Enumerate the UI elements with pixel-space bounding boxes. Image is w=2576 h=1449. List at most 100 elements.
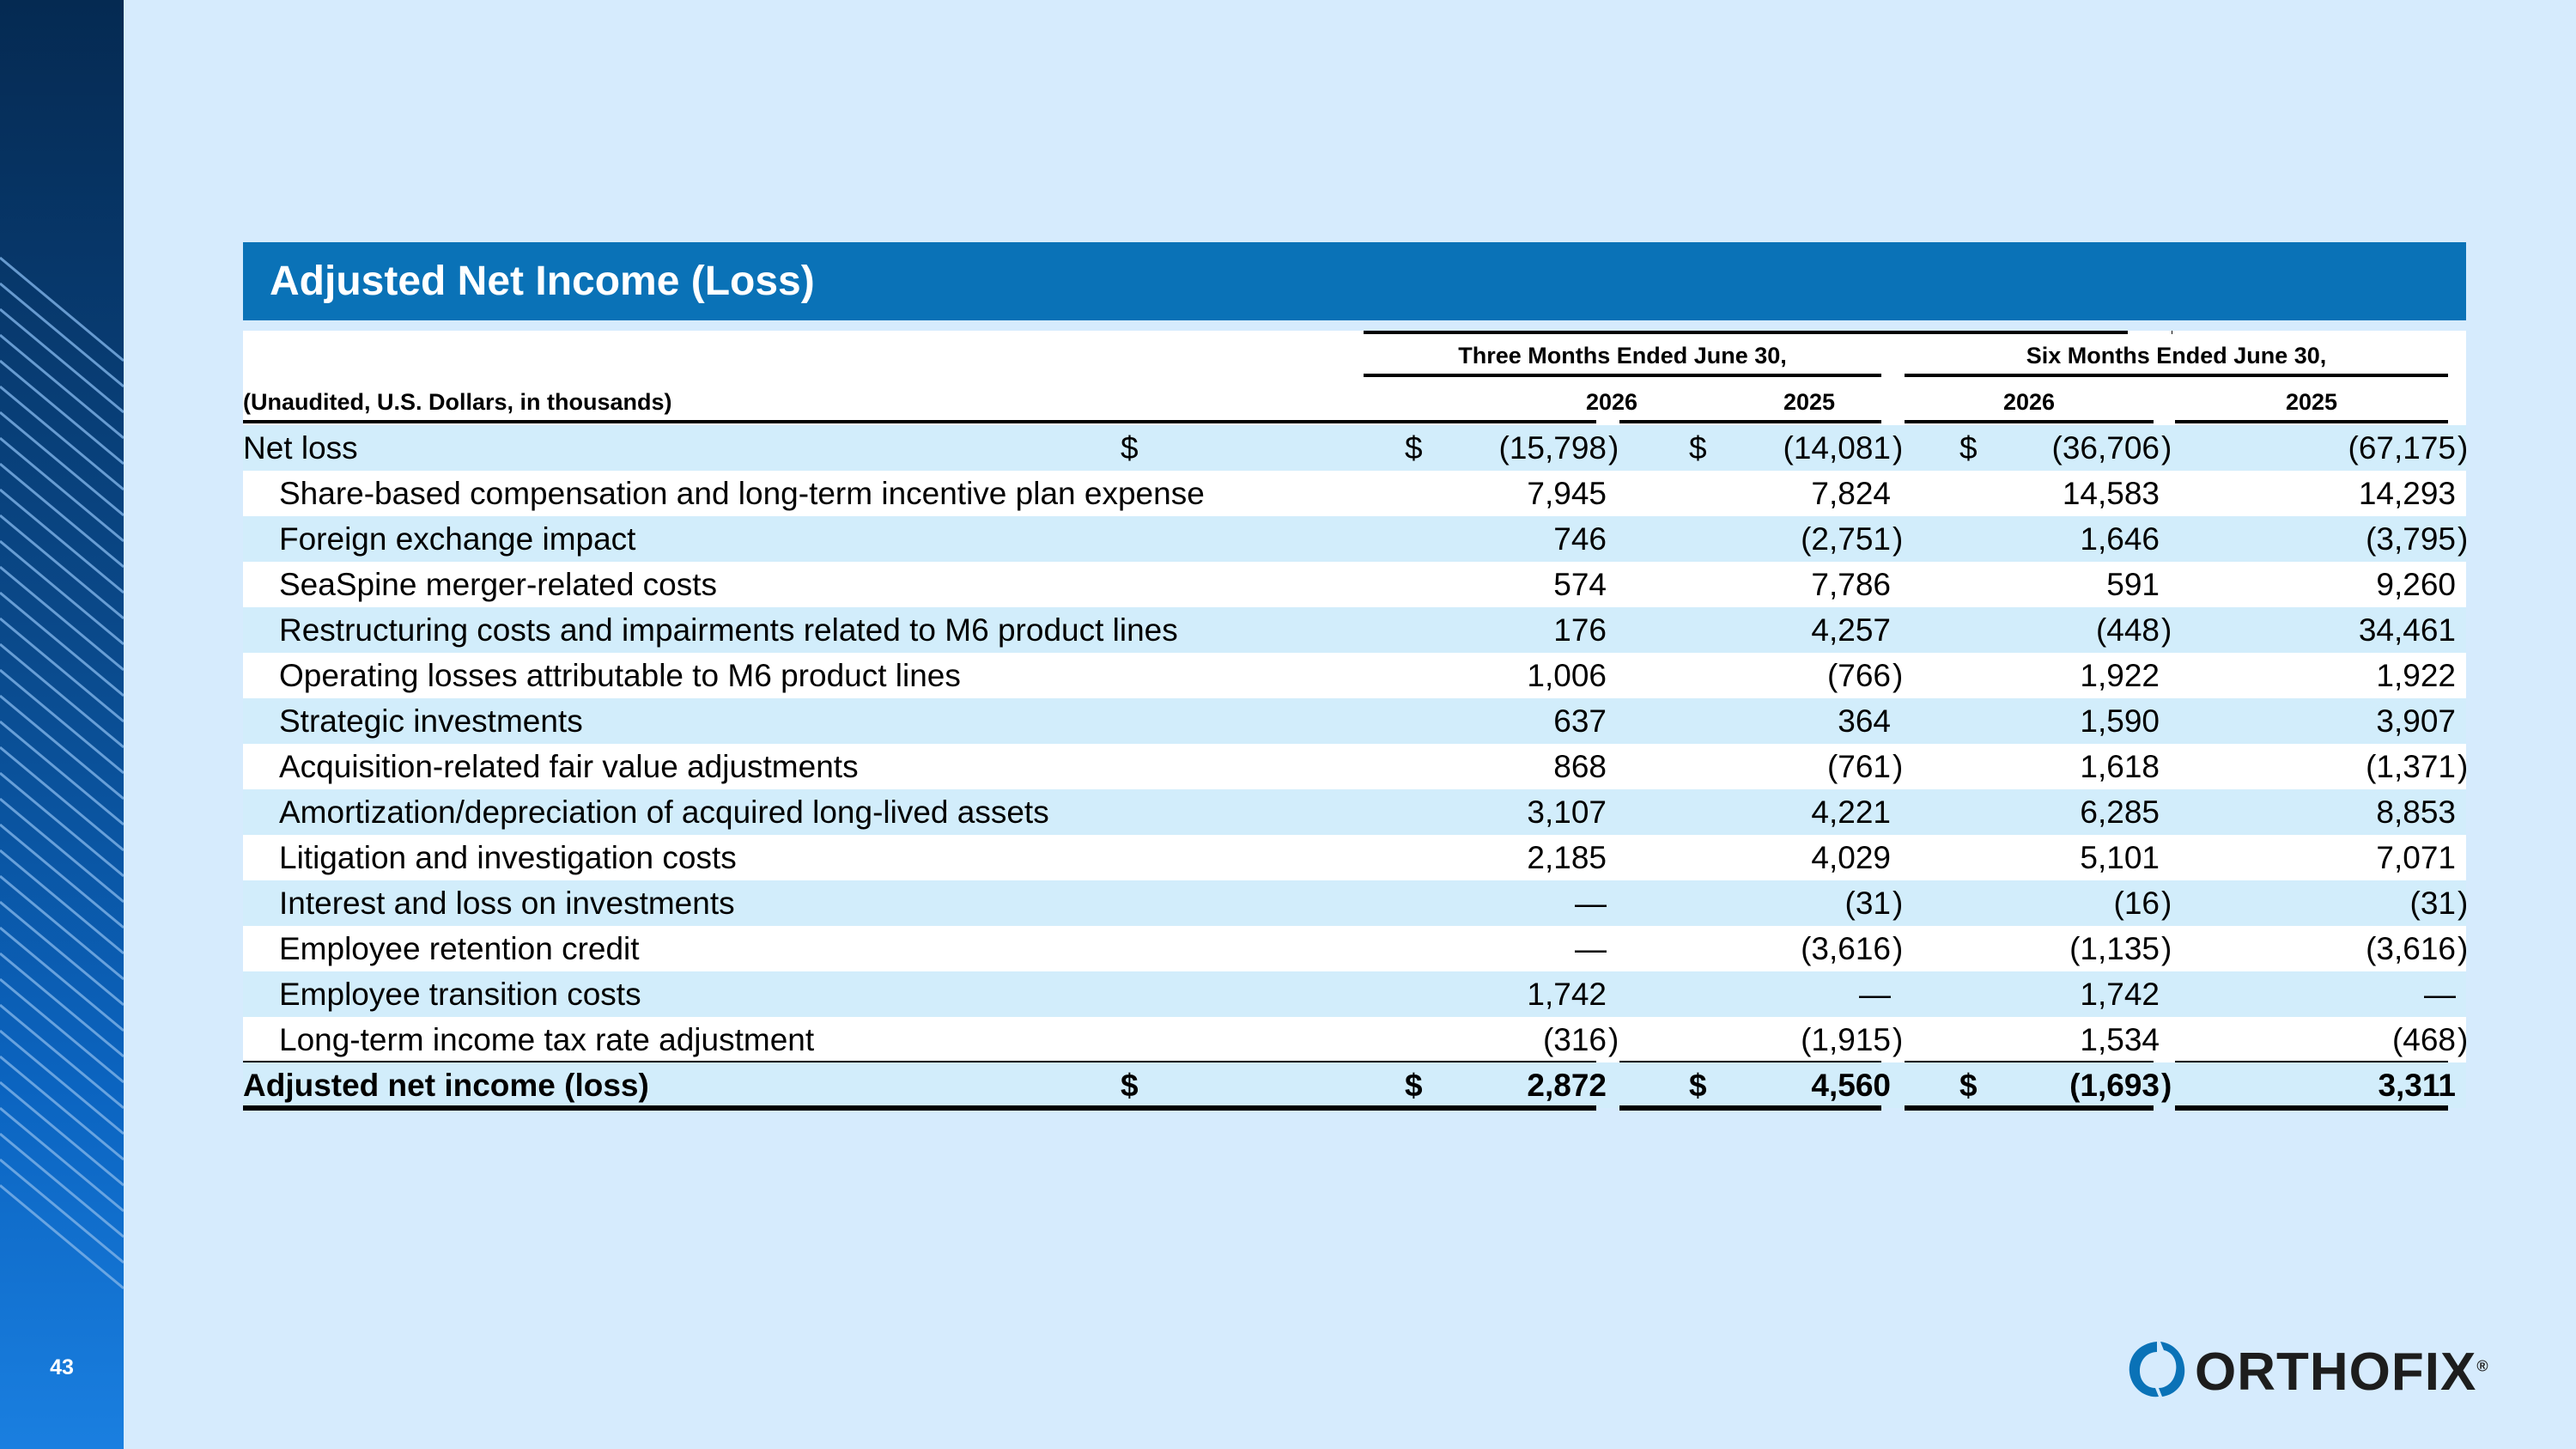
row-label: Foreign exchange impact <box>279 521 636 557</box>
logo-registered-mark: ® <box>2476 1357 2489 1375</box>
cell-value: 868 <box>1553 749 1607 784</box>
cell-value: 34,461 <box>2358 612 2456 648</box>
cell-value: (67,175 <box>2348 430 2457 466</box>
cell-close-paren: ) <box>1608 430 1619 466</box>
cell-value: 364 <box>1838 703 1891 739</box>
cell-value: — <box>2424 977 2456 1012</box>
cell-value: (3,795 <box>2366 521 2456 557</box>
row-label: Employee retention credit <box>279 931 640 966</box>
row-label: Acquisition-related fair value adjustmen… <box>279 749 859 784</box>
cell-value: — <box>1575 886 1607 921</box>
cell-value: 7,824 <box>1811 476 1891 511</box>
cell-value: 1,742 <box>2080 977 2160 1012</box>
cell-value: 591 <box>2106 567 2160 602</box>
cell-value: — <box>1859 977 1891 1012</box>
diagonal-lines-decoration <box>0 256 124 1290</box>
row-label: Strategic investments <box>279 703 583 739</box>
total-double-rule <box>2175 1105 2448 1111</box>
cell-value: 14,583 <box>2062 476 2160 511</box>
total-row: Adjusted net income (loss) $2,872 $4,560 $ (… <box>243 1062 2466 1111</box>
row-label: Long-term income tax rate adjustment <box>279 1022 815 1057</box>
currency-symbol: $ <box>1959 430 1978 466</box>
total-double-rule <box>1905 1105 2154 1111</box>
cell-close-paren: ) <box>2161 430 2172 466</box>
cell-value: 1,742 <box>1527 977 1607 1012</box>
page-number: 43 <box>50 1355 74 1379</box>
cell-close-paren: ) <box>2458 886 2469 921</box>
table-row: Strategic investments 637 364 1,590 3,907 <box>243 698 2466 744</box>
cell-close-paren: ) <box>2458 521 2469 557</box>
row-label: Litigation and investigation costs <box>279 840 737 875</box>
units-label: (Unaudited, U.S. Dollars, in thousands) <box>243 389 672 415</box>
cell-close-paren: ) <box>2458 749 2469 784</box>
header-bottom-rule <box>243 420 1596 423</box>
table-row: Amortization/depreciation of acquired lo… <box>243 789 2466 835</box>
cell-value: 3,311 <box>2378 1068 2456 1103</box>
cell-value: (766 <box>1826 658 1891 693</box>
table-row: Net loss $ (15,798) $ (14,081) $ (36,706) $ (67,… <box>243 425 2469 471</box>
cell-value: 1,006 <box>1527 658 1607 693</box>
period-underline <box>1364 374 1881 377</box>
cell-value: (15,798 <box>1498 430 1607 466</box>
cell-value: 5,101 <box>2080 840 2160 875</box>
row-label: Adjusted net income (loss) <box>243 1068 649 1103</box>
orthofix-logo: ORTHOFIX® <box>2123 1338 2518 1402</box>
period-header-six-months: Six Months Ended June 30, <box>2026 343 2327 368</box>
cell-value: (448 <box>2095 612 2160 648</box>
cell-close-paren: ) <box>2458 430 2469 466</box>
cell-value: 1,646 <box>2080 521 2160 557</box>
table-row: SeaSpine merger-related costs 574 7,786 591… <box>243 562 2466 607</box>
table-row: Litigation and investigation costs 2,185 4… <box>243 835 2466 880</box>
cell-value: (1,915 <box>1801 1022 1891 1057</box>
table-row: Foreign exchange impact 746 (2,751) 1,646 (3… <box>243 516 2469 562</box>
cell-value: (1,135 <box>2069 931 2160 966</box>
cell-value: 1,534 <box>2080 1022 2160 1057</box>
currency-symbol: $ <box>1959 1068 1978 1103</box>
cell-value: (16 <box>2113 886 2160 921</box>
cell-value: 7,071 <box>2376 840 2456 875</box>
row-label: Interest and loss on investments <box>279 886 735 921</box>
cell-value: 746 <box>1553 521 1607 557</box>
currency-symbol: $ <box>1405 430 1423 466</box>
banner-title: Adjusted Net Income (Loss) <box>243 242 2466 320</box>
year-header-2026-ytd: 2026 <box>2002 389 2056 415</box>
cell-value: 1,922 <box>2080 658 2160 693</box>
cell-value: 574 <box>1553 567 1607 602</box>
table-header: Three Months Ended June 30, Six Months E… <box>243 331 2466 425</box>
currency-symbol: $ <box>1121 430 1139 466</box>
total-double-rule <box>243 1105 1596 1111</box>
cell-value: (316 <box>1542 1022 1607 1057</box>
period-top-rule <box>1364 331 2122 334</box>
year-header-2025-ytd: 2025 <box>2285 389 2338 415</box>
row-label: Share-based compensation and long-term i… <box>279 476 1205 511</box>
period-underline <box>1905 374 2448 377</box>
cell-value: (1,693 <box>2069 1068 2160 1103</box>
cell-value: (36,706 <box>2051 430 2160 466</box>
cell-value: 1,618 <box>2080 749 2160 784</box>
cell-value: 3,907 <box>2376 703 2456 739</box>
row-label: Amortization/depreciation of acquired lo… <box>279 795 1049 830</box>
table-row: Operating losses attributable to M6 prod… <box>243 653 2466 698</box>
cell-value: (14,081 <box>1783 430 1892 466</box>
cell-value: (468 <box>2391 1022 2456 1057</box>
cell-value: 1,590 <box>2080 703 2160 739</box>
cell-close-paren: ) <box>2161 931 2172 966</box>
cell-value: 4,560 <box>1811 1068 1891 1103</box>
logo-text: ORTHOFIX <box>2195 1342 2477 1402</box>
row-label: Operating losses attributable to M6 prod… <box>279 658 961 693</box>
cell-value: (2,751 <box>1801 521 1891 557</box>
table-body: Net loss $ (15,798) $ (14,081) $ (36,706) $ (67,… <box>243 425 2469 1111</box>
orthofix-mark-icon <box>2129 1342 2185 1397</box>
table-row: Share-based compensation and long-term i… <box>243 471 2466 516</box>
header-bottom-rule <box>2175 420 2448 423</box>
cell-value: (31 <box>1844 886 1891 921</box>
cell-value: (3,616 <box>1801 931 1891 966</box>
cell-close-paren: ) <box>2161 1068 2172 1103</box>
table-row: Restructuring costs and impairments rela… <box>243 607 2466 653</box>
cell-value: 4,221 <box>1811 795 1891 830</box>
row-label: Employee transition costs <box>279 977 641 1012</box>
cell-close-paren: ) <box>2458 1022 2469 1057</box>
row-label: Restructuring costs and impairments rela… <box>279 612 1178 648</box>
cell-value: 637 <box>1553 703 1607 739</box>
cell-value: (761 <box>1826 749 1891 784</box>
